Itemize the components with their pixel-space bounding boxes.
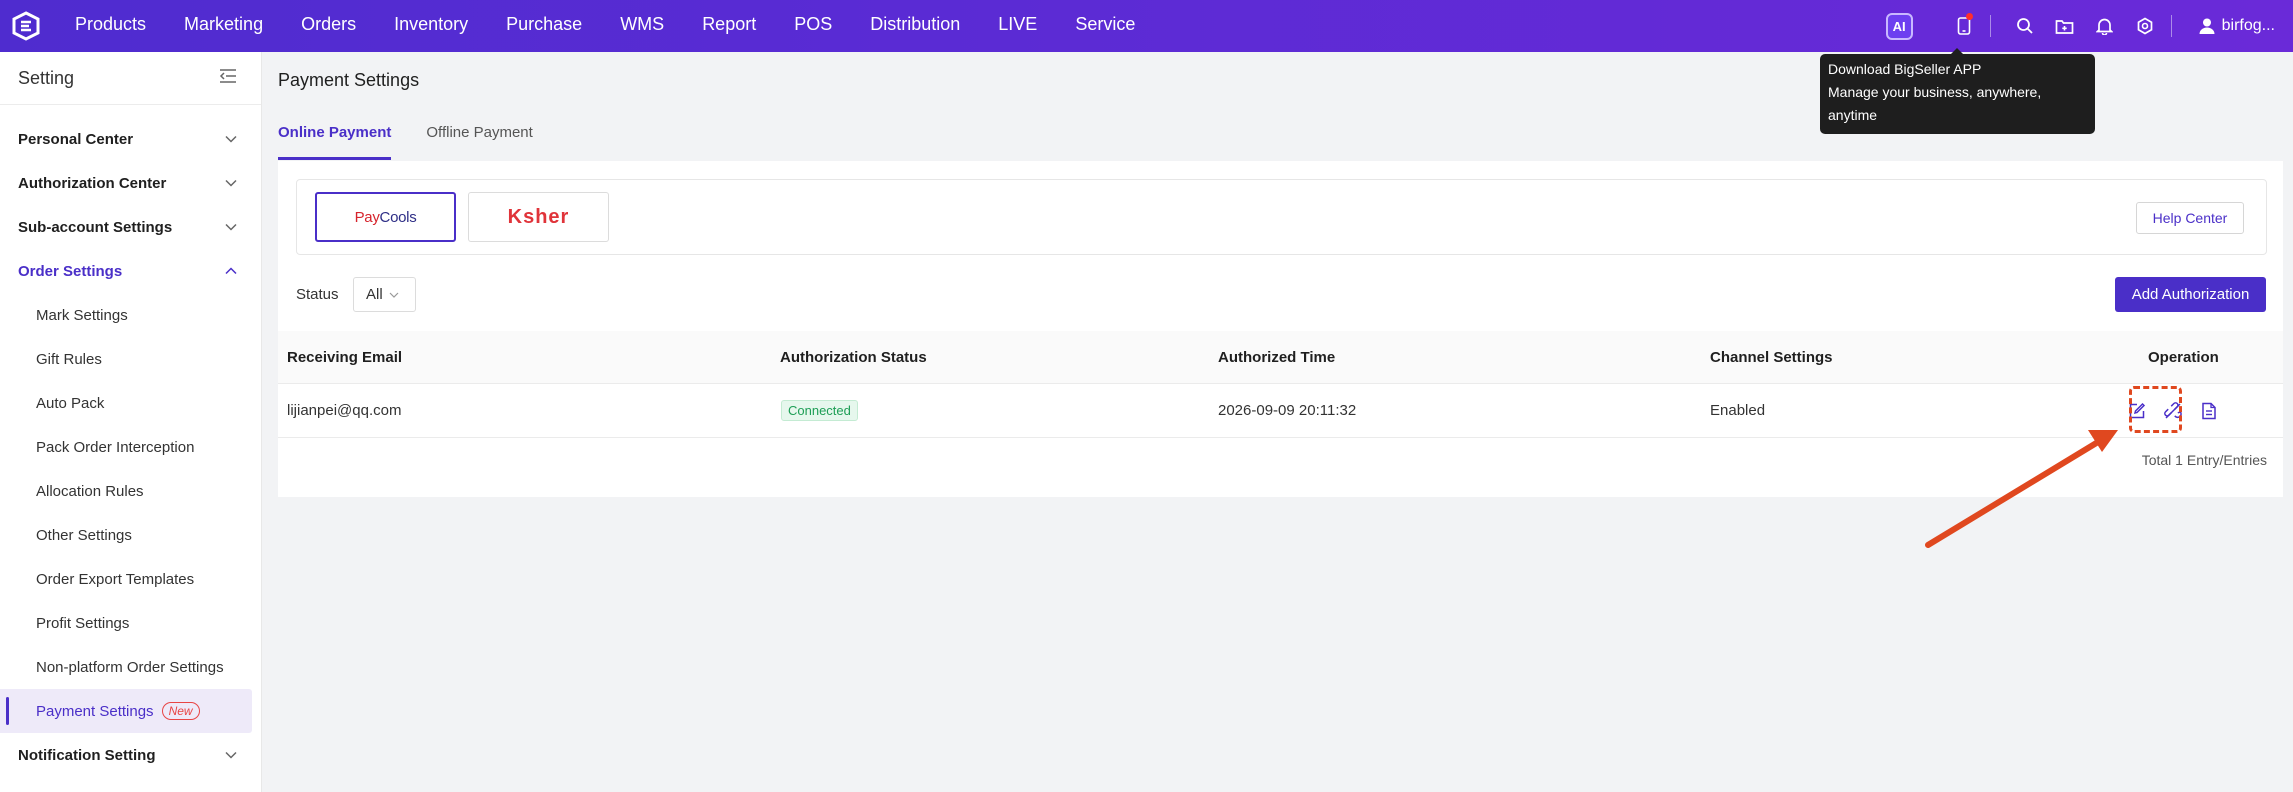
settings-icon[interactable] — [2125, 0, 2165, 52]
nav-wms[interactable]: WMS — [601, 0, 683, 52]
nav-orders[interactable]: Orders — [282, 0, 375, 52]
payment-panel: PayCools Ksher Help Center Status All Ad… — [278, 161, 2283, 497]
nav-distribution[interactable]: Distribution — [851, 0, 979, 52]
sidebar-group-authorization-center[interactable]: Authorization Center — [0, 161, 261, 205]
divider — [2170, 15, 2172, 37]
sidebar-item-profit-settings[interactable]: Profit Settings — [0, 601, 261, 645]
settings-sidebar: Setting Personal Center Authorization Ce… — [0, 52, 262, 792]
top-navigation-bar: Products Marketing Orders Inventory Purc… — [0, 0, 2293, 52]
sidebar-group-label: Order Settings — [18, 262, 123, 280]
divider — [1989, 15, 1991, 37]
tab-offline-payment[interactable]: Offline Payment — [426, 112, 532, 160]
column-header: Channel Settings — [1710, 348, 1833, 366]
chevron-down-icon — [225, 179, 237, 187]
sidebar-group-sub-account-settings[interactable]: Sub-account Settings — [0, 205, 261, 249]
sidebar-group-label: Sub-account Settings — [18, 218, 173, 236]
status-filter-label: Status — [296, 286, 339, 303]
chevron-down-icon — [225, 223, 237, 231]
paycools-logo-part: Pay — [354, 208, 380, 226]
nav-report[interactable]: Report — [683, 0, 775, 52]
topbar-actions: AI birfog... — [1885, 0, 2293, 52]
new-badge: New — [161, 702, 200, 720]
payment-tabs: Online Payment Offline Payment — [278, 112, 568, 160]
user-menu[interactable]: birfog... — [2198, 17, 2275, 35]
column-header: Receiving Email — [287, 348, 403, 366]
sidebar-item-allocation-rules[interactable]: Allocation Rules — [0, 469, 261, 513]
tooltip-line: Manage your business, anywhere, — [1828, 84, 2042, 100]
sidebar-item-mark-settings[interactable]: Mark Settings — [0, 293, 261, 337]
nav-purchase[interactable]: Purchase — [487, 0, 601, 52]
sidebar-item-pack-order-interception[interactable]: Pack Order Interception — [0, 425, 261, 469]
sidebar-item-non-platform-order-settings[interactable]: Non-platform Order Settings — [0, 645, 261, 689]
search-icon[interactable] — [2005, 0, 2045, 52]
sidebar-item-gift-rules[interactable]: Gift Rules — [0, 337, 261, 381]
user-icon — [2199, 18, 2215, 34]
tooltip-line: Download BigSeller APP — [1828, 61, 1982, 77]
sidebar-group-personal-center[interactable]: Personal Center — [0, 117, 261, 161]
column-header: Authorized Time — [1218, 348, 1336, 366]
authorized-time: 2026-09-09 20:11:32 — [1218, 402, 1357, 419]
chevron-down-icon — [225, 135, 237, 143]
sidebar-group-label: Personal Center — [18, 130, 134, 148]
channel-settings: Enabled — [1710, 402, 1766, 419]
sidebar-item-payment-settings[interactable]: Payment Settings New — [0, 689, 252, 733]
document-icon[interactable] — [2198, 400, 2220, 422]
sidebar-item-label: Payment Settings — [36, 702, 154, 720]
username: birfog... — [2221, 17, 2275, 34]
add-authorization-button[interactable]: Add Authorization — [2115, 277, 2266, 312]
paycools-logo: PayCools — [355, 209, 417, 226]
sidebar-header: Setting — [0, 52, 261, 105]
nav-products[interactable]: Products — [56, 0, 165, 52]
sidebar-item-auto-pack[interactable]: Auto Pack — [0, 381, 261, 425]
nav-service[interactable]: Service — [1056, 0, 1154, 52]
provider-paycools[interactable]: PayCools — [315, 192, 456, 242]
paycools-logo-part: Cools — [379, 208, 417, 226]
nav-inventory[interactable]: Inventory — [375, 0, 487, 52]
chevron-down-icon — [225, 751, 237, 759]
column-header: Authorization Status — [780, 348, 927, 366]
provider-selector: PayCools Ksher Help Center — [296, 179, 2267, 255]
bell-icon[interactable] — [2085, 0, 2125, 52]
main-nav: Products Marketing Orders Inventory Purc… — [56, 0, 1154, 52]
status-filter-select[interactable]: All — [353, 277, 416, 312]
receiving-email: lijianpei@qq.com — [287, 402, 402, 419]
sidebar-group-order-settings[interactable]: Order Settings — [0, 249, 261, 293]
app-download-icon[interactable] — [1944, 0, 1984, 52]
provider-ksher[interactable]: Ksher — [468, 192, 609, 242]
bigseller-logo[interactable] — [0, 0, 52, 52]
sidebar-item-order-export-templates[interactable]: Order Export Templates — [0, 557, 261, 601]
collapse-sidebar-icon[interactable] — [219, 68, 237, 89]
ksher-logo: Ksher — [507, 205, 570, 228]
sidebar-group-notification-setting[interactable]: Notification Setting — [0, 733, 261, 777]
sidebar-title: Setting — [18, 67, 75, 88]
table-row: lijianpei@qq.com Connected 2026-09-09 20… — [278, 384, 2283, 438]
status-badge: Connected — [781, 400, 858, 421]
chevron-down-icon — [389, 292, 399, 298]
page-title: Payment Settings — [278, 70, 420, 90]
tooltip-line: anytime — [1828, 107, 1878, 123]
nav-pos[interactable]: POS — [775, 0, 851, 52]
annotation-highlight-box — [2129, 386, 2182, 433]
nav-marketing[interactable]: Marketing — [165, 0, 282, 52]
sidebar-group-label: Notification Setting — [18, 746, 156, 764]
sidebar-item-other-settings[interactable]: Other Settings — [0, 513, 261, 557]
tab-online-payment[interactable]: Online Payment — [278, 112, 392, 160]
nav-live[interactable]: LIVE — [979, 0, 1056, 52]
notification-dot — [1965, 13, 1973, 20]
table-header: Receiving Email Authorization Status Aut… — [278, 331, 2283, 384]
pagination-total: Total 1 Entry/Entries — [2141, 452, 2267, 468]
status-filter-value: All — [366, 286, 383, 303]
app-download-tooltip: Download BigSeller APP Manage your busin… — [1820, 48, 2095, 134]
sidebar-group-label: Authorization Center — [18, 174, 167, 192]
folder-icon[interactable] — [2045, 0, 2085, 52]
chevron-up-icon — [225, 267, 237, 275]
authorization-status: Connected — [781, 384, 858, 437]
column-header: Operation — [2148, 348, 2219, 366]
help-center-button[interactable]: Help Center — [2136, 202, 2244, 234]
ai-assistant-button[interactable]: AI — [1885, 12, 1913, 40]
